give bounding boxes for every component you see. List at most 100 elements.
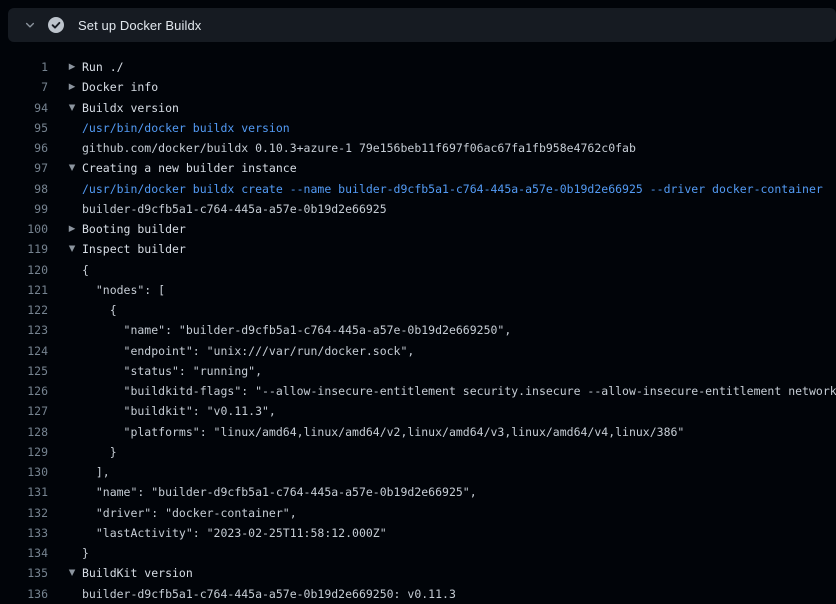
log-text: Docker info: [82, 77, 836, 97]
log-text: builder-d9cfb5a1-c764-445a-a57e-0b19d2e6…: [82, 584, 836, 604]
line-number[interactable]: 126: [0, 381, 48, 401]
log-line: 125 "status": "running",: [0, 361, 836, 381]
chevron-down-icon[interactable]: [16, 8, 44, 42]
log-text: {: [82, 300, 836, 320]
log-text: "endpoint": "unix:///var/run/docker.sock…: [82, 341, 836, 361]
log-text: {: [82, 260, 836, 280]
log-text: builder-d9cfb5a1-c764-445a-a57e-0b19d2e6…: [82, 199, 836, 219]
log-line: 129 }: [0, 442, 836, 462]
line-number[interactable]: 122: [0, 300, 48, 320]
log-text: BuildKit version: [82, 563, 836, 583]
line-number[interactable]: 134: [0, 543, 48, 563]
arrow-spacer: [62, 401, 82, 421]
log-text: }: [82, 543, 836, 563]
line-number[interactable]: 136: [0, 584, 48, 604]
triangle-down-icon[interactable]: ▼: [62, 239, 82, 259]
line-number[interactable]: 7: [0, 77, 48, 97]
arrow-spacer: [62, 320, 82, 340]
line-number[interactable]: 100: [0, 219, 48, 239]
log-text: Creating a new builder instance: [82, 158, 836, 178]
log-text: Run ./: [82, 57, 836, 77]
line-number[interactable]: 120: [0, 260, 48, 280]
log-line: 130 ],: [0, 462, 836, 482]
log-line[interactable]: 7 ▶Docker info: [0, 77, 836, 97]
step-title: Set up Docker Buildx: [78, 18, 201, 33]
line-number[interactable]: 132: [0, 503, 48, 523]
log-line: 136 builder-d9cfb5a1-c764-445a-a57e-0b19d…: [0, 584, 836, 604]
line-number[interactable]: 98: [0, 179, 48, 199]
step-header[interactable]: Set up Docker Buildx: [8, 8, 836, 42]
log-line: 120 {: [0, 260, 836, 280]
line-number[interactable]: 131: [0, 482, 48, 502]
line-number[interactable]: 135: [0, 563, 48, 583]
line-number[interactable]: 94: [0, 98, 48, 118]
arrow-spacer: [62, 260, 82, 280]
log-text: "driver": "docker-container",: [82, 503, 836, 523]
log-text: /usr/bin/docker buildx create --name bui…: [82, 179, 836, 199]
triangle-right-icon[interactable]: ▶: [62, 77, 82, 97]
arrow-spacer: [62, 442, 82, 462]
line-number[interactable]: 97: [0, 158, 48, 178]
triangle-right-icon[interactable]: ▶: [62, 57, 82, 77]
line-number[interactable]: 96: [0, 138, 48, 158]
line-number[interactable]: 125: [0, 361, 48, 381]
log-line: 131 "name": "builder-d9cfb5a1-c764-445a-…: [0, 482, 836, 502]
arrow-spacer: [62, 179, 82, 199]
workflow-log-panel: Set up Docker Buildx 1▶Run ./7▶Docker in…: [0, 0, 836, 604]
arrow-spacer: [62, 381, 82, 401]
arrow-spacer: [62, 482, 82, 502]
line-number[interactable]: 95: [0, 118, 48, 138]
log-line: 126 "buildkitd-flags": "--allow-insecure…: [0, 381, 836, 401]
line-number[interactable]: 1: [0, 57, 48, 77]
triangle-right-icon[interactable]: ▶: [62, 219, 82, 239]
log-line[interactable]: 94 ▼Buildx version: [0, 98, 836, 118]
arrow-spacer: [62, 361, 82, 381]
check-circle-icon: [48, 17, 64, 33]
line-number[interactable]: 133: [0, 523, 48, 543]
log-line: 134}: [0, 543, 836, 563]
line-number[interactable]: 99: [0, 199, 48, 219]
log-text: "name": "builder-d9cfb5a1-c764-445a-a57e…: [82, 320, 836, 340]
line-number[interactable]: 124: [0, 341, 48, 361]
log-line[interactable]: 100▶Booting builder: [0, 219, 836, 239]
log-line[interactable]: 135 ▼BuildKit version: [0, 563, 836, 583]
arrow-spacer: [62, 503, 82, 523]
line-number[interactable]: 121: [0, 280, 48, 300]
log-line: 124 "endpoint": "unix:///var/run/docker.…: [0, 341, 836, 361]
arrow-spacer: [62, 543, 82, 563]
line-number[interactable]: 128: [0, 422, 48, 442]
log-line: 99 builder-d9cfb5a1-c764-445a-a57e-0b19d2…: [0, 199, 836, 219]
log-line[interactable]: 1 ▶Run ./: [0, 57, 836, 77]
log-text: Buildx version: [82, 98, 836, 118]
log-text: Inspect builder: [82, 239, 836, 259]
log-line[interactable]: 97 ▼Creating a new builder instance: [0, 158, 836, 178]
triangle-down-icon[interactable]: ▼: [62, 563, 82, 583]
log-line: 95/usr/bin/docker buildx version: [0, 118, 836, 138]
arrow-spacer: [62, 462, 82, 482]
log-text: "lastActivity": "2023-02-25T11:58:12.000…: [82, 523, 836, 543]
line-number[interactable]: 123: [0, 320, 48, 340]
arrow-spacer: [62, 523, 82, 543]
triangle-down-icon[interactable]: ▼: [62, 158, 82, 178]
arrow-spacer: [62, 118, 82, 138]
line-number[interactable]: 129: [0, 442, 48, 462]
log-text: "status": "running",: [82, 361, 836, 381]
arrow-spacer: [62, 422, 82, 442]
arrow-spacer: [62, 300, 82, 320]
log-lines-container: 1▶Run ./7▶Docker info94▼Buildx version95…: [0, 57, 836, 604]
arrow-spacer: [62, 341, 82, 361]
log-text: "nodes": [: [82, 280, 836, 300]
triangle-down-icon[interactable]: ▼: [62, 98, 82, 118]
log-text: "platforms": "linux/amd64,linux/amd64/v2…: [82, 422, 836, 442]
log-line[interactable]: 119 ▼Inspect builder: [0, 239, 836, 259]
log-line: 121 "nodes": [: [0, 280, 836, 300]
line-number[interactable]: 130: [0, 462, 48, 482]
line-number[interactable]: 119: [0, 239, 48, 259]
log-line: 122 {: [0, 300, 836, 320]
line-number[interactable]: 127: [0, 401, 48, 421]
arrow-spacer: [62, 280, 82, 300]
arrow-spacer: [62, 199, 82, 219]
arrow-spacer: [62, 584, 82, 604]
log-text: "name": "builder-d9cfb5a1-c764-445a-a57e…: [82, 482, 836, 502]
log-text: }: [82, 442, 836, 462]
